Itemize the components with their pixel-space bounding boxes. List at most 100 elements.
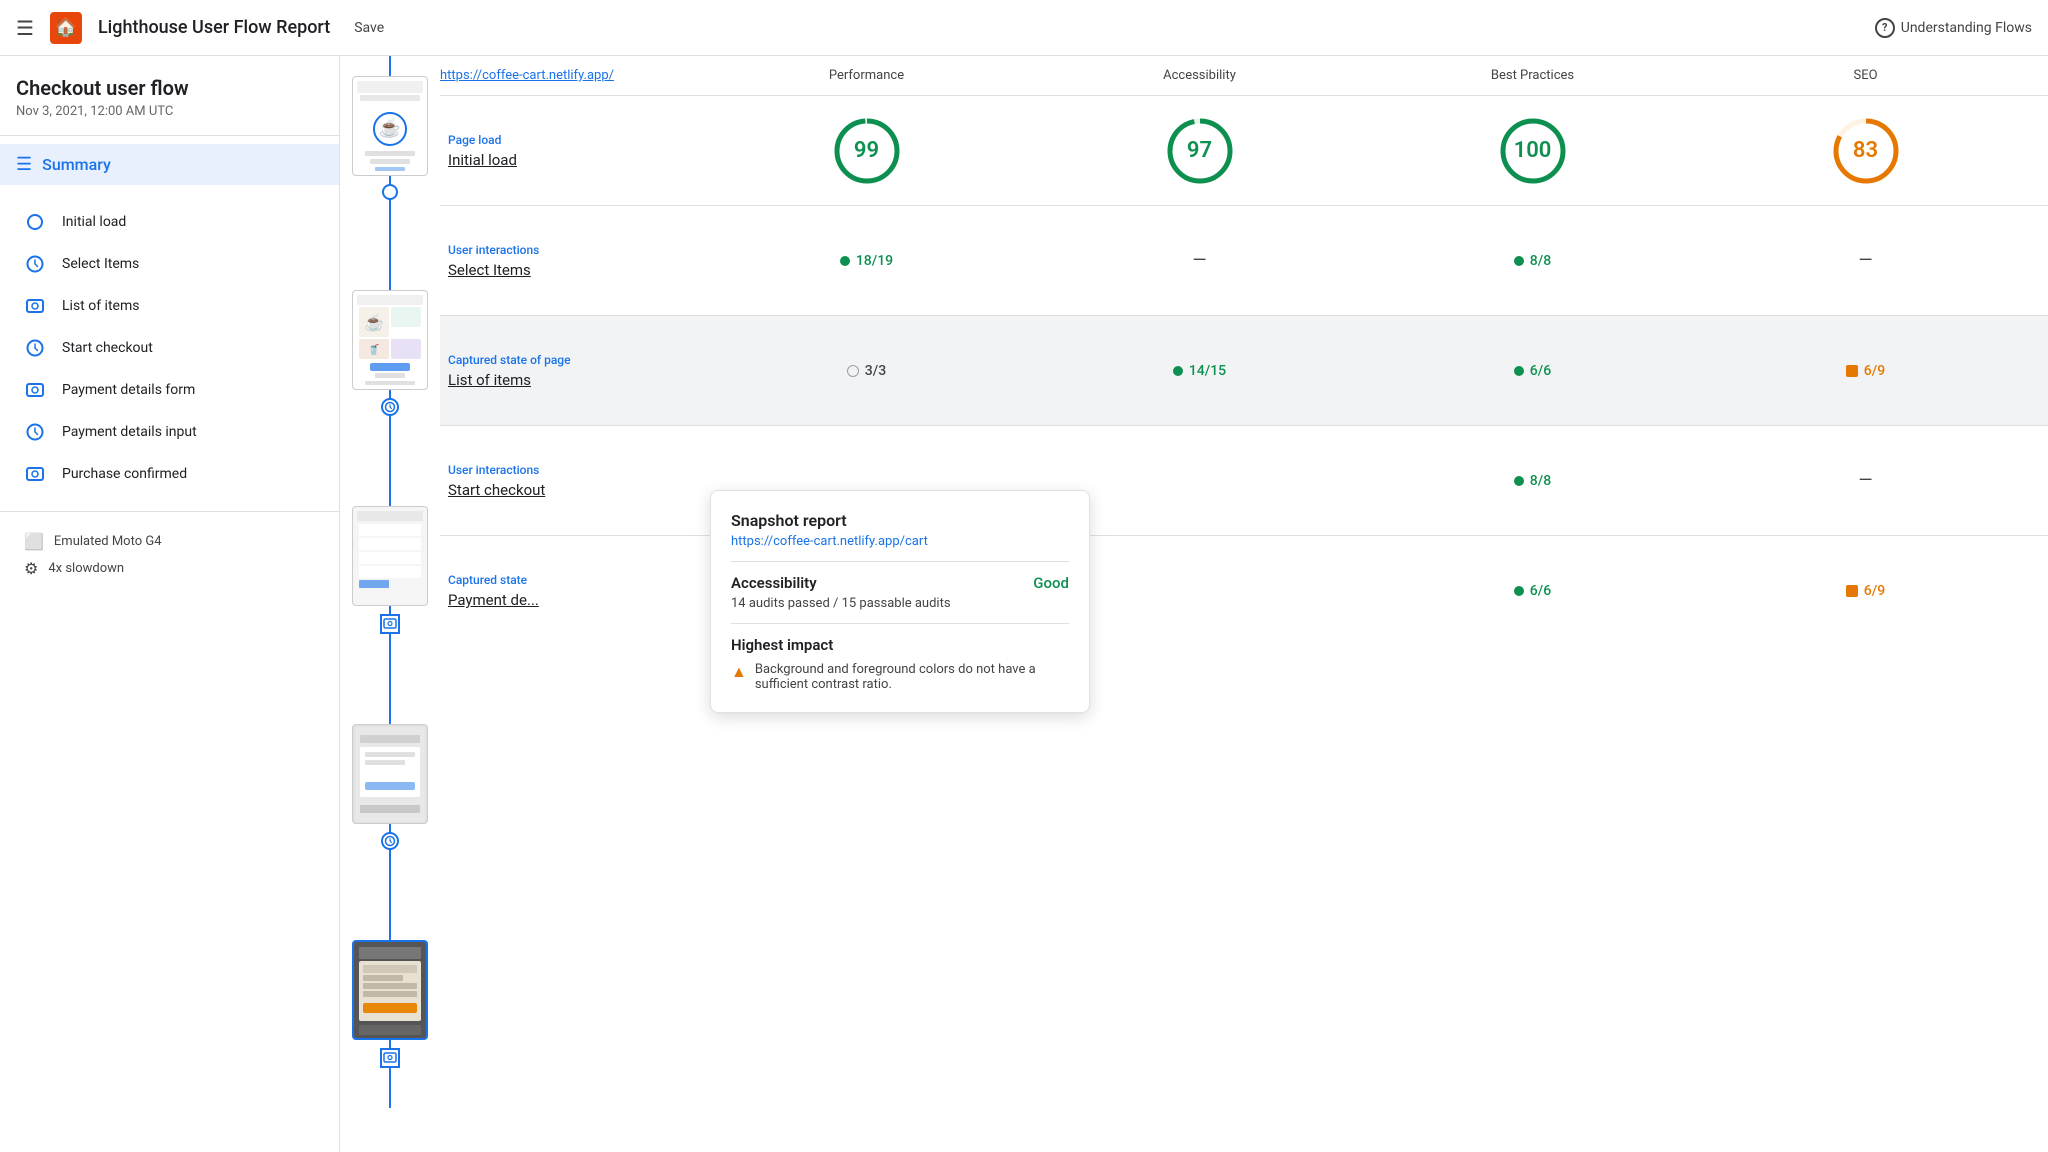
sidebar-divider-2 (0, 511, 339, 512)
score-bp-list: 6/6 (1366, 363, 1699, 379)
score-badge-3-3: 3/3 (847, 363, 886, 379)
tooltip-impact-title: Highest impact (731, 636, 1069, 654)
section-label-payment-cap: Captured state Payment de... (440, 573, 700, 609)
score-perf-initial: 99 (700, 117, 1033, 185)
timeline-node-select (381, 398, 399, 416)
help-label: Understanding Flows (1901, 20, 2032, 36)
save-button[interactable]: Save (354, 20, 384, 36)
sidebar-item-payment-form[interactable]: Payment details form (0, 369, 339, 411)
timeline-node-payment (380, 1048, 400, 1068)
tooltip-section-title: Accessibility Good (731, 574, 1069, 592)
sidebar-item-label: List of items (62, 298, 139, 314)
snapshot-icon (24, 295, 46, 317)
sidebar-item-label: Payment details input (62, 424, 197, 440)
score-row-checkout: User interactions Start checkout 8/8 (440, 426, 2048, 536)
green-dot (1514, 476, 1524, 486)
dash-seo: — (1858, 470, 1872, 491)
section-label-select: User interactions Select Items (440, 243, 700, 279)
score-badge-8-8: 8/8 (1514, 253, 1551, 269)
thumb-payment (352, 940, 428, 1040)
content-area: ☕ (340, 56, 2048, 1108)
svg-text:☕: ☕ (379, 117, 401, 139)
device-info: ⬜ Emulated Moto G4 ⚙ 4x slowdown (0, 520, 339, 590)
score-bp-initial: 100 (1366, 117, 1699, 185)
tooltip-status: Good (1033, 574, 1069, 592)
section-label-initial: Page load Initial load (440, 133, 700, 169)
sidebar-item-initial-load[interactable]: Initial load (0, 201, 339, 243)
header: ☰ 🏠 Lighthouse User Flow Report Save ? U… (0, 0, 2048, 56)
svg-text:☕: ☕ (364, 313, 384, 332)
badge-value: 18/19 (856, 253, 893, 269)
score-row-select: User interactions Select Items 18/19 — (440, 206, 2048, 316)
sidebar-summary-item[interactable]: ☰ Summary (0, 144, 339, 185)
dash-a11y: — (1192, 250, 1206, 271)
flow-title: Checkout user flow (0, 56, 339, 104)
svg-text:🥤: 🥤 (368, 343, 380, 356)
score-bp-checkout: 8/8 (1366, 473, 1699, 489)
slowdown-info: ⚙ 4x slowdown (24, 559, 315, 578)
score-seo-checkout: — (1699, 470, 2032, 491)
tooltip-desc: 14 audits passed / 15 passable audits (731, 596, 1069, 611)
help-button[interactable]: ? Understanding Flows (1875, 18, 2032, 38)
badge-value: 6/9 (1864, 363, 1885, 379)
slowdown-icon: ⚙ (24, 559, 38, 578)
tooltip-url[interactable]: https://coffee-cart.netlify.app/cart (731, 534, 1069, 549)
sidebar-item-label: Select Items (62, 256, 139, 272)
url-header[interactable]: https://coffee-cart.netlify.app/ (440, 68, 700, 83)
score-value: 99 (854, 138, 879, 163)
section-type: User interactions (448, 243, 700, 257)
scores-area: https://coffee-cart.netlify.app/ Perform… (440, 56, 2048, 1108)
clock-icon (24, 253, 46, 275)
score-value: 83 (1853, 138, 1878, 163)
score-badge-18-19: 18/19 (840, 253, 893, 269)
list-icon: ☰ (16, 154, 32, 175)
section-name[interactable]: Select Items (448, 261, 700, 279)
sidebar: Checkout user flow Nov 3, 2021, 12:00 AM… (0, 56, 340, 1152)
device-model: ⬜ Emulated Moto G4 (24, 532, 315, 551)
section-label-list: Captured state of page List of items (440, 353, 700, 389)
dash-seo: — (1858, 250, 1872, 271)
warning-icon: ▲ (731, 662, 747, 682)
sidebar-item-list-of-items[interactable]: List of items (0, 285, 339, 327)
section-type: Page load (448, 133, 700, 147)
section-name[interactable]: Payment de... (448, 591, 700, 609)
score-perf-list: 3/3 (700, 363, 1033, 379)
accessibility-header: Accessibility (1033, 68, 1366, 83)
score-value: 97 (1187, 138, 1212, 163)
tooltip-title: Snapshot report (731, 511, 1069, 530)
performance-header: Performance (700, 68, 1033, 83)
score-seo-initial: 83 (1699, 117, 2032, 185)
section-type: Captured state (448, 573, 700, 587)
score-badge-6-9-b: 6/9 (1846, 583, 1885, 599)
score-a11y-select: — (1033, 250, 1366, 271)
score-circle-83: 83 (1832, 117, 1900, 185)
score-circle-97: 97 (1166, 117, 1234, 185)
badge-value: 8/8 (1530, 473, 1551, 489)
section-name[interactable]: Initial load (448, 151, 700, 169)
sidebar-item-payment-input[interactable]: Payment details input (0, 411, 339, 453)
timeline-node-initial (382, 184, 398, 200)
column-headers: https://coffee-cart.netlify.app/ Perform… (440, 56, 2048, 96)
score-seo-select: — (1699, 250, 2032, 271)
orange-square (1846, 365, 1858, 377)
thumb-start (352, 724, 428, 824)
section-label-checkout: User interactions Start checkout (440, 463, 700, 499)
clock-icon (24, 421, 46, 443)
section-name[interactable]: Start checkout (448, 481, 700, 499)
green-dot (1514, 366, 1524, 376)
thumb-list (352, 506, 428, 606)
badge-value: 6/6 (1530, 363, 1551, 379)
sidebar-item-start-checkout[interactable]: Start checkout (0, 327, 339, 369)
score-circle-100: 100 (1499, 117, 1567, 185)
sidebar-item-select-items[interactable]: Select Items (0, 243, 339, 285)
green-dot (1173, 366, 1183, 376)
snapshot-tooltip[interactable]: Snapshot report https://coffee-cart.netl… (710, 490, 1090, 713)
section-name[interactable]: List of items (448, 371, 700, 389)
sidebar-item-purchase-confirmed[interactable]: Purchase confirmed (0, 453, 339, 495)
device-label: Emulated Moto G4 (54, 534, 162, 549)
green-dot (840, 256, 850, 266)
menu-icon[interactable]: ☰ (16, 16, 34, 40)
score-a11y-list: 14/15 (1033, 363, 1366, 379)
score-badge-14-15: 14/15 (1173, 363, 1226, 379)
snapshot-icon (24, 379, 46, 401)
